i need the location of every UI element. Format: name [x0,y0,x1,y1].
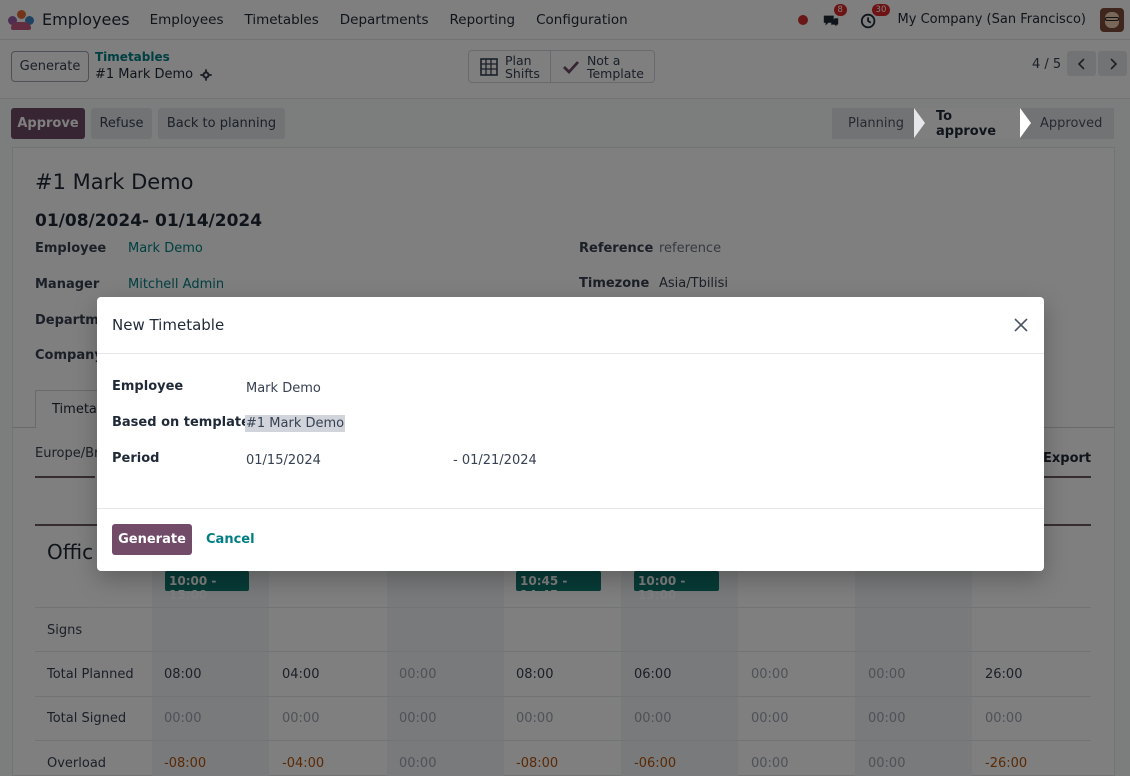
modal-template-field[interactable]: #1 Mark Demo [245,415,346,432]
modal-period-label: Period [112,451,160,466]
modal-template-label: Based on template [112,415,250,430]
modal-generate-button[interactable]: Generate [112,524,192,555]
modal-employee-field[interactable]: Mark Demo [246,381,321,396]
modal-footer-divider [97,508,1044,509]
modal-title: New Timetable [112,316,225,334]
modal-cancel-button[interactable]: Cancel [206,532,255,547]
modal-period-end[interactable]: - 01/21/2024 [453,453,537,468]
modal-employee-label: Employee [112,379,184,394]
modal-period-start[interactable]: 01/15/2024 [246,453,321,468]
modal-header-divider [97,353,1044,354]
close-icon[interactable] [1013,317,1029,333]
new-timetable-dialog: New Timetable Employee Mark Demo Based o… [97,297,1044,571]
